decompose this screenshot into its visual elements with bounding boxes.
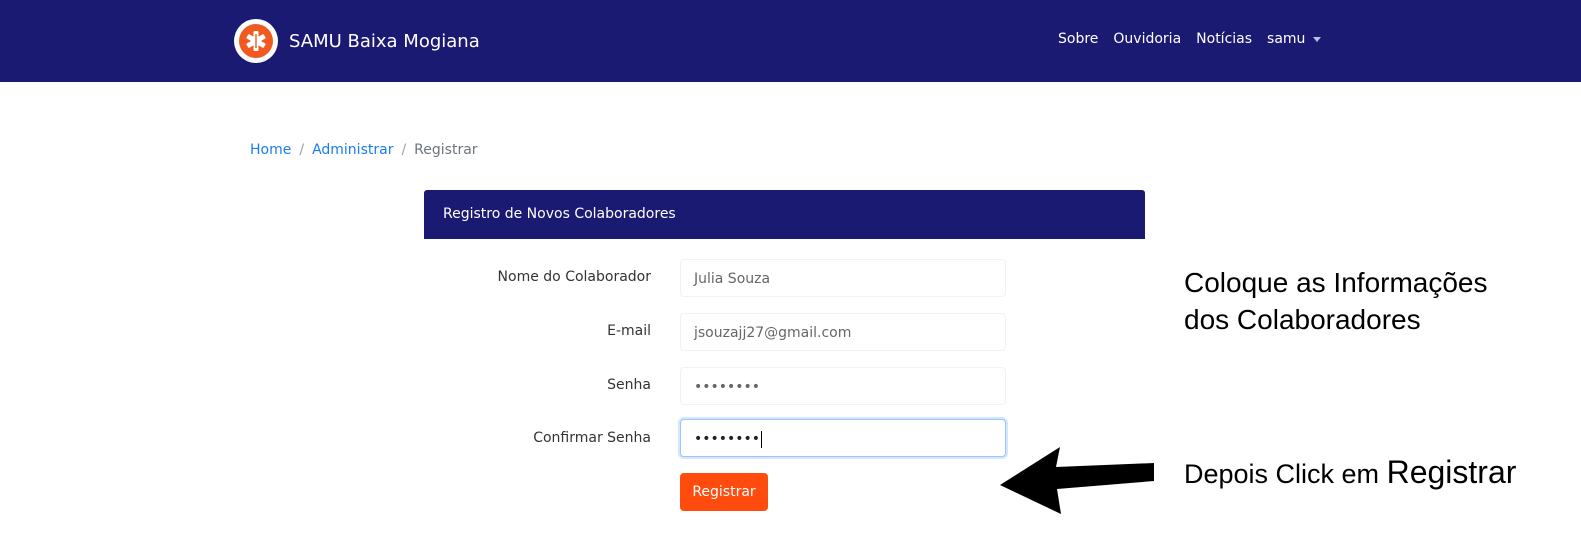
nav-link-ouvidoria[interactable]: Ouvidoria xyxy=(1113,31,1181,47)
name-label: Nome do Colaborador xyxy=(497,269,651,285)
form-title: Registro de Novos Colaboradores xyxy=(443,206,676,222)
user-menu[interactable]: samu xyxy=(1267,31,1322,47)
annotation-line-2: dos Colaboradores xyxy=(1184,304,1421,335)
confirm-password-label: Confirmar Senha xyxy=(533,430,651,446)
email-label: E-mail xyxy=(607,323,651,339)
annotation-click-register: Depois Click em Registrar xyxy=(1184,454,1516,491)
nav-link-sobre[interactable]: Sobre xyxy=(1058,31,1098,47)
breadcrumb: Home / Administrar / Registrar xyxy=(250,142,478,158)
brand[interactable]: SAMU Baixa Mogiana xyxy=(234,19,480,63)
brand-name: SAMU Baixa Mogiana xyxy=(289,30,480,52)
confirm-password-value: •••••••• xyxy=(694,431,761,447)
password-input[interactable]: •••••••• xyxy=(680,367,1006,405)
breadcrumb-separator: / xyxy=(299,142,305,158)
annotation-line-1: Coloque as Informações xyxy=(1184,267,1488,298)
form-card-header: Registro de Novos Colaboradores xyxy=(424,190,1145,239)
password-label: Senha xyxy=(607,377,651,393)
annotation-fill-info: Coloque as Informações dos Colaboradores xyxy=(1184,264,1488,338)
annotation-emphasis: Registrar xyxy=(1386,454,1517,490)
user-menu-label: samu xyxy=(1267,31,1306,47)
breadcrumb-separator: / xyxy=(401,142,407,158)
register-button[interactable]: Registrar xyxy=(680,473,768,511)
breadcrumb-administrar[interactable]: Administrar xyxy=(312,142,393,158)
arrow-left-icon xyxy=(1000,447,1154,514)
top-navbar: SAMU Baixa Mogiana Sobre Ouvidoria Notíc… xyxy=(0,0,1581,82)
nav-link-noticias[interactable]: Notícias xyxy=(1196,31,1252,47)
text-cursor xyxy=(761,430,763,448)
breadcrumb-current: Registrar xyxy=(414,142,478,158)
breadcrumb-home[interactable]: Home xyxy=(250,142,291,158)
confirm-password-input[interactable]: •••••••• xyxy=(680,419,1006,457)
annotation-prefix: Depois Click em xyxy=(1184,459,1380,489)
name-input[interactable]: Julia Souza xyxy=(680,259,1006,297)
samu-logo-icon xyxy=(234,19,278,63)
nav-links: Sobre Ouvidoria Notícias samu xyxy=(1058,31,1322,47)
caret-down-icon xyxy=(1313,36,1322,42)
email-input[interactable]: jsouzajj27@gmail.com xyxy=(680,313,1006,351)
